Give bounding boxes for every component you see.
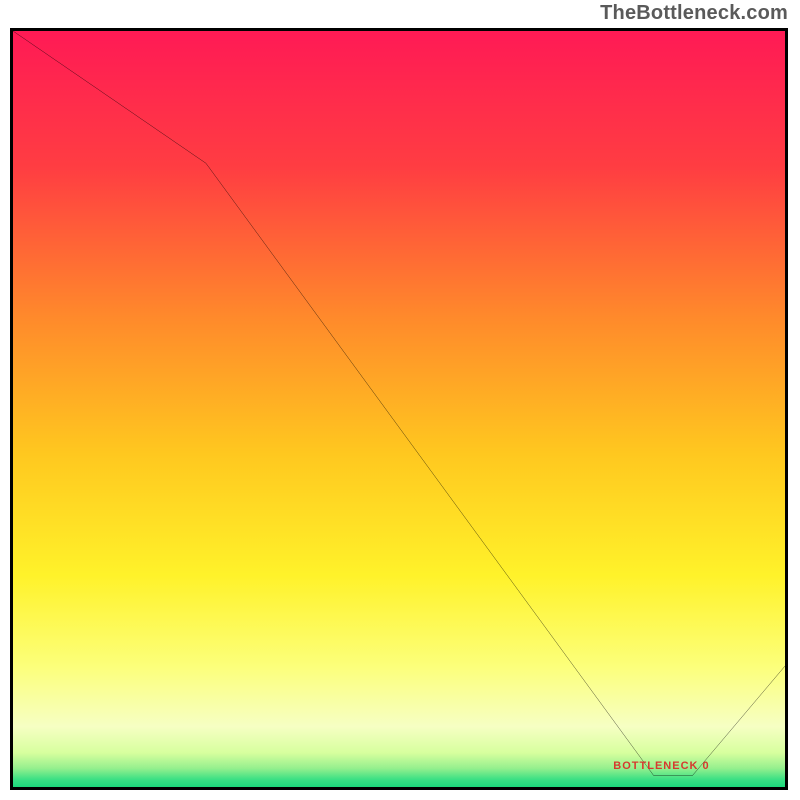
minima-label: BOTTLENECK 0 [613, 760, 709, 772]
watermark-text: TheBottleneck.com [600, 2, 788, 25]
chart-frame: BOTTLENECK 0 [10, 28, 788, 790]
chart-line [13, 31, 785, 787]
